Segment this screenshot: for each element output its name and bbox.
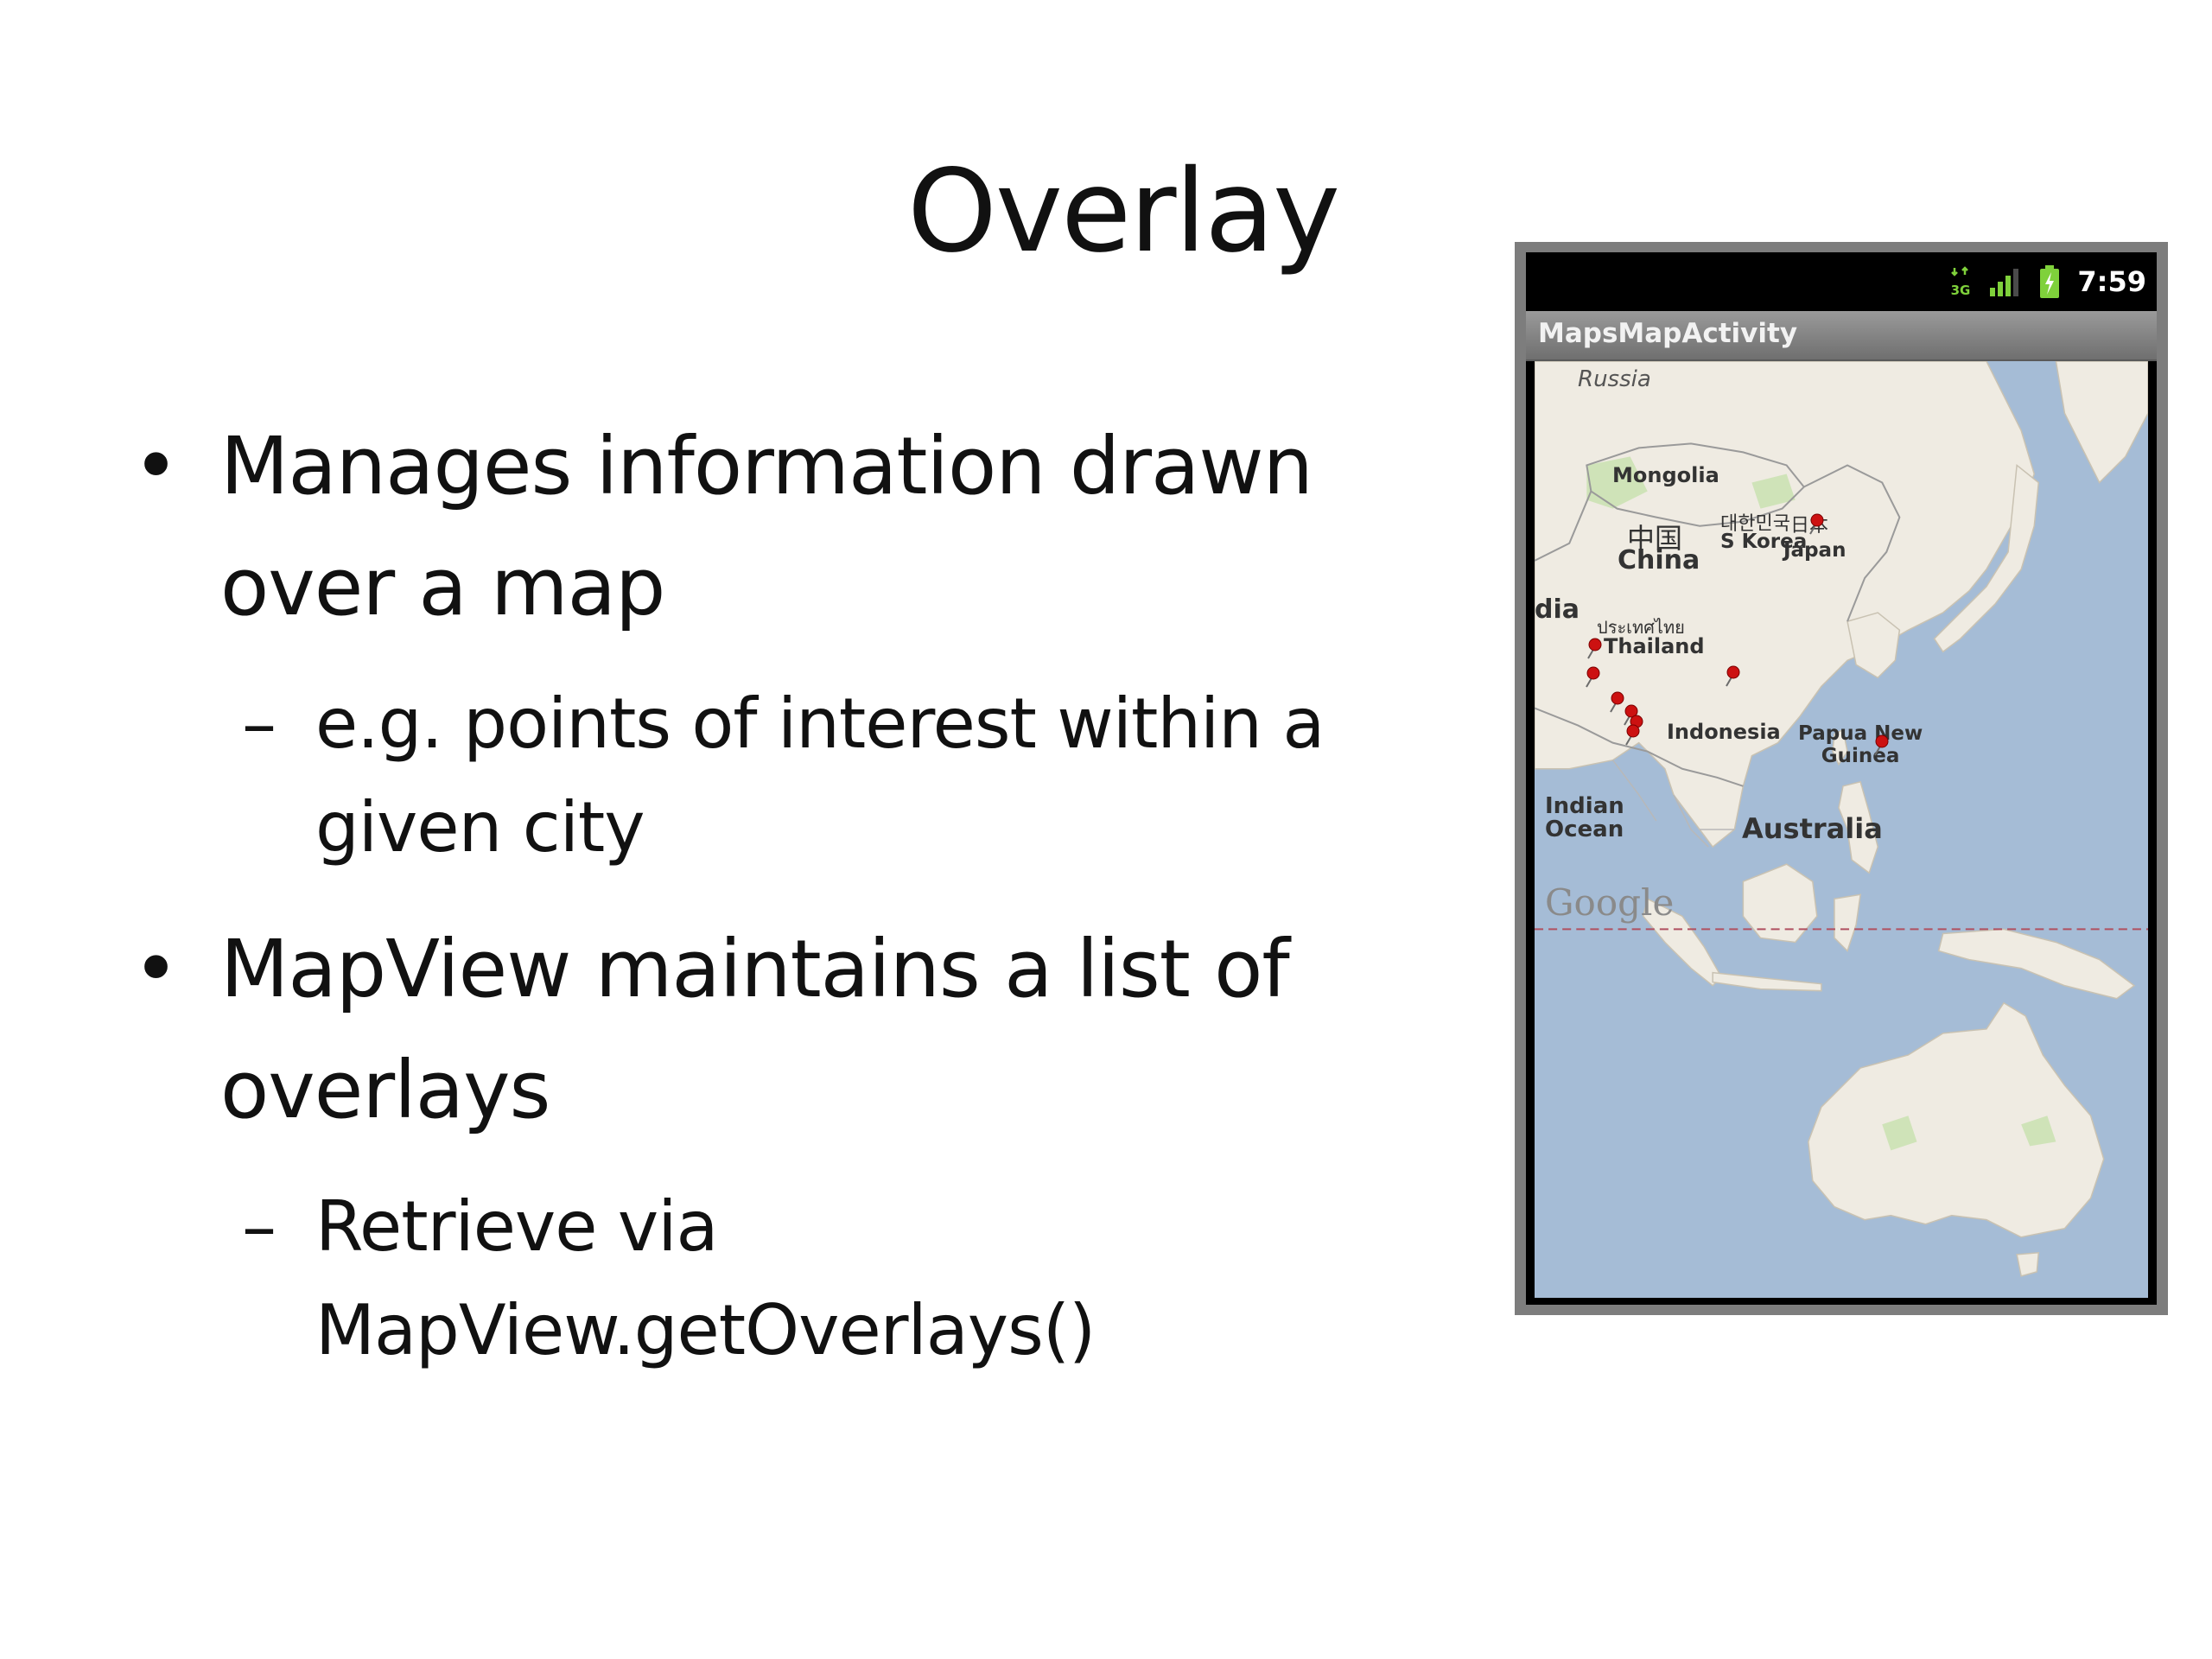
sub-bullet-glyph: – [242,683,276,764]
app-title-bar: MapsMapActivity [1526,311,2157,361]
bullet-list: • Manages information drawn over a map –… [130,406,1443,1382]
bullet-line: Manages information drawn [220,420,1313,512]
bullet-glyph: • [132,420,179,512]
bullet-line: overlays [220,1044,550,1136]
status-icons: 3G 7:59 [1949,264,2146,299]
bullet-glyph: • [132,923,179,1015]
map-label-china: China [1618,545,1700,575]
map-label-papua-new-guinea: Papua New Guinea [1798,722,1923,767]
network-type-label: 3G [1951,283,1971,297]
map-label-mongolia: Mongolia [1612,463,1719,487]
sub-bullet-line: given city [315,787,645,868]
sub-bullet-line: MapView.getOverlays() [315,1290,1096,1370]
google-logo: Google [1545,881,1675,924]
signal-bars-icon [1990,269,2019,296]
map-marker-pin[interactable] [1623,724,1642,747]
network-3g-icon: 3G [1951,266,1971,297]
map-label-indian-ocean: Indian Ocean [1545,795,1624,842]
map-label-png-line1: Papua New [1798,722,1923,745]
map-marker-pin[interactable] [1585,638,1604,660]
bullet-item: • MapView maintains a list of overlays [130,909,1443,1151]
battery-charging-icon [2040,265,2060,298]
sub-bullet-line: Retrieve via [315,1186,719,1267]
sulawesi-landmass [1834,893,1862,952]
map-marker-pin[interactable] [1583,666,1602,689]
bullet-line: over a map [220,541,665,633]
borneo-landmass [1742,863,1818,944]
phone-screenshot: 3G 7:59 MapsMapActivity Russia Mongolia … [1515,242,2168,1315]
map-marker-pin[interactable] [1723,665,1742,688]
map-label-indonesia: Indonesia [1667,720,1781,744]
map-label-russia: Russia [1578,366,1651,392]
status-bar: 3G 7:59 [1526,252,2157,311]
new-guinea-landmass [1937,928,2136,1000]
status-time: 7:59 [2077,265,2146,298]
app-title: MapsMapActivity [1538,318,1798,349]
phone-screen: 3G 7:59 MapsMapActivity Russia Mongolia … [1526,252,2157,1305]
slide-title: Overlay [907,145,1340,278]
bullet-item: • Manages information drawn over a map [130,406,1443,648]
map-marker-pin[interactable] [1872,734,1891,757]
map-label-indian-ocean-line2: Ocean [1545,817,1624,842]
map-label-thailand: Thailand [1604,634,1705,658]
map-label-india-fragment: dia [1535,594,1580,625]
russia-east-landmass [2055,361,2148,484]
java-landmass [1712,971,1822,992]
map-label-japan: Japan [1783,539,1847,562]
map-marker-pin[interactable] [1807,513,1826,536]
map-label-australia: Australia [1742,812,1883,845]
sub-bullet-item: – e.g. points of interest within a given… [130,672,1443,880]
map-label-indian-ocean-line1: Indian [1545,793,1624,819]
australia-landmass [1808,1001,2105,1238]
bullet-line: MapView maintains a list of [220,923,1290,1015]
map-view[interactable]: Russia Mongolia 中国 China 대한민국 S Korea 日本… [1535,361,2148,1298]
asia-landmass [1535,361,2036,849]
sub-bullet-item: – Retrieve via MapView.getOverlays() [130,1175,1443,1382]
sub-bullet-glyph: – [242,1186,276,1267]
tasmania-landmass [2016,1251,2040,1277]
sub-bullet-line: e.g. points of interest within a [315,683,1325,764]
